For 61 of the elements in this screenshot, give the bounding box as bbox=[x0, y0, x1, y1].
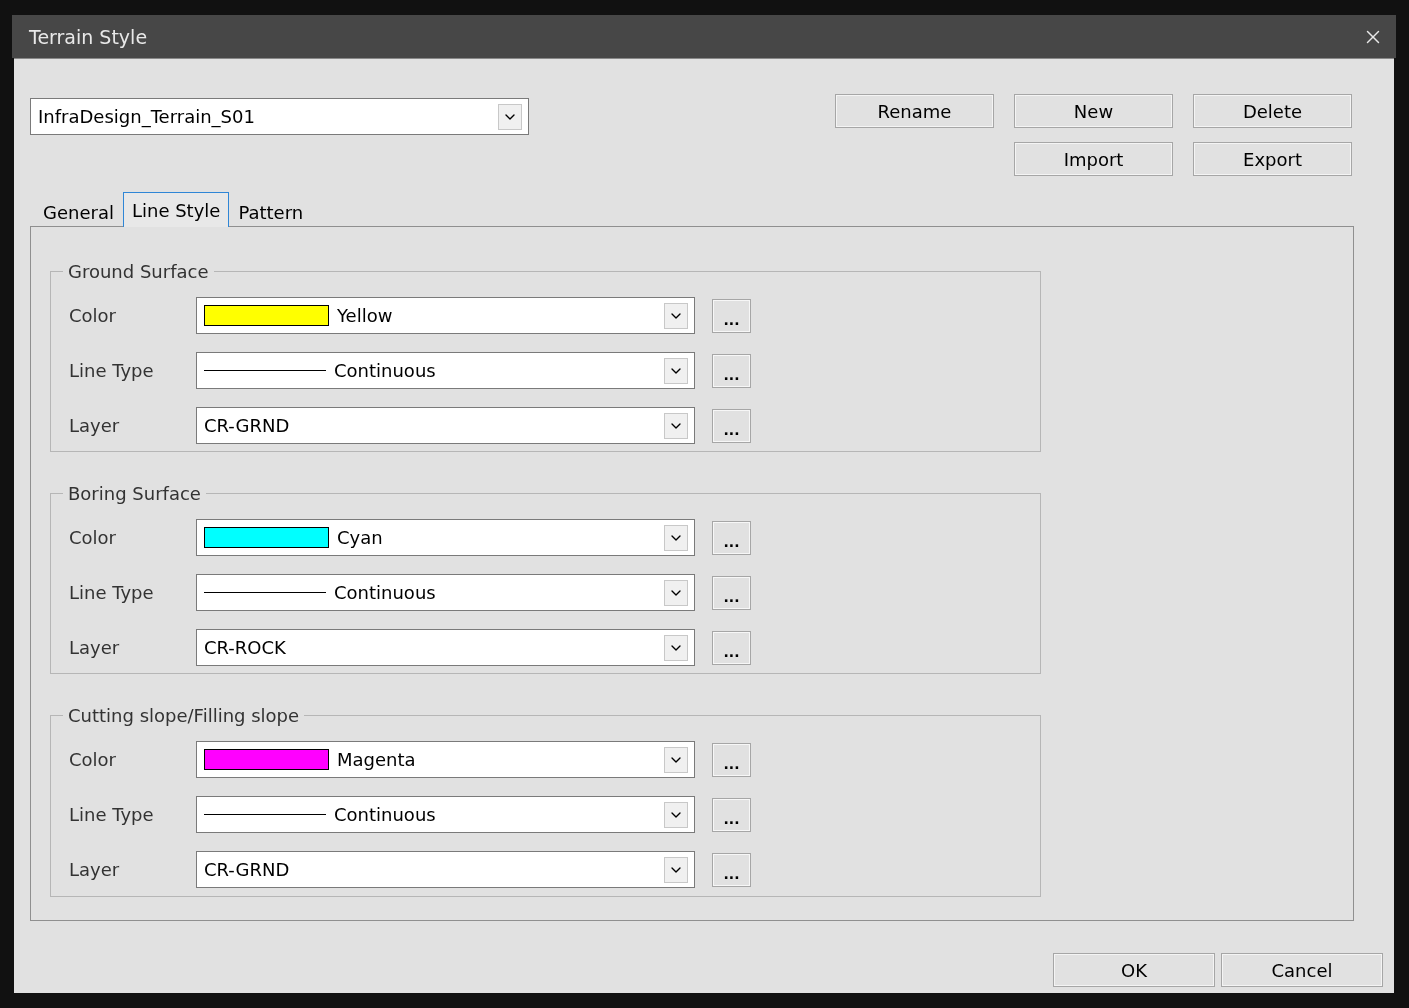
combo-value: Cyan bbox=[337, 527, 383, 548]
field-label: Layer bbox=[69, 415, 121, 436]
field-label: Color bbox=[69, 749, 117, 770]
field-label: Layer bbox=[69, 637, 121, 658]
dialog-button[interactable]: Cancel bbox=[1221, 953, 1383, 987]
field-label: Color bbox=[69, 527, 117, 548]
combo-box[interactable]: Yellow bbox=[196, 297, 695, 334]
tab[interactable]: General bbox=[34, 196, 123, 227]
field-label: Line Type bbox=[69, 582, 155, 603]
combo-value: Magenta bbox=[337, 749, 416, 770]
action-button[interactable]: Rename bbox=[835, 94, 994, 128]
field-label: Color bbox=[69, 305, 117, 326]
chevron-down-icon bbox=[664, 801, 688, 828]
browse-button[interactable]: ... bbox=[712, 630, 751, 665]
browse-button[interactable]: ... bbox=[712, 742, 751, 777]
window-title: Terrain Style bbox=[29, 25, 148, 48]
browse-button[interactable]: ... bbox=[712, 852, 751, 887]
combo-box[interactable]: Continuous bbox=[196, 574, 695, 611]
group-title: Cutting slope/Filling slope bbox=[67, 705, 301, 726]
combo-value: Yellow bbox=[337, 305, 393, 326]
chevron-down-icon bbox=[664, 357, 688, 384]
combo-box[interactable]: CR-GRND bbox=[196, 407, 695, 444]
dialog-button[interactable]: OK bbox=[1053, 953, 1215, 987]
field-label: Line Type bbox=[69, 804, 155, 825]
tab[interactable]: Pattern bbox=[229, 196, 313, 227]
field-label: Line Type bbox=[69, 360, 155, 381]
combo-box[interactable]: CR-GRND bbox=[196, 851, 695, 888]
combo-value: Continuous bbox=[334, 804, 436, 825]
combo-box[interactable]: Cyan bbox=[196, 519, 695, 556]
combo-value: Continuous bbox=[334, 582, 436, 603]
browse-button[interactable]: ... bbox=[712, 575, 751, 610]
group-title: Ground Surface bbox=[67, 261, 210, 282]
group-title: Boring Surface bbox=[67, 483, 202, 504]
action-button[interactable]: Delete bbox=[1193, 94, 1352, 128]
combo-box[interactable]: Continuous bbox=[196, 796, 695, 833]
chevron-down-icon bbox=[498, 103, 522, 130]
field-label: Layer bbox=[69, 859, 121, 880]
combo-value: Continuous bbox=[334, 360, 436, 381]
browse-button[interactable]: ... bbox=[712, 797, 751, 832]
tab[interactable]: Line Style bbox=[122, 192, 230, 227]
combo-value: CR-GRND bbox=[204, 415, 290, 436]
combo-box[interactable]: Continuous bbox=[196, 352, 695, 389]
chevron-down-icon bbox=[664, 856, 688, 883]
browse-button[interactable]: ... bbox=[712, 520, 751, 555]
browse-button[interactable]: ... bbox=[712, 353, 751, 388]
chevron-down-icon bbox=[664, 524, 688, 551]
combo-value: CR-ROCK bbox=[204, 637, 286, 658]
chevron-down-icon bbox=[664, 746, 688, 773]
combo-box[interactable]: Magenta bbox=[196, 741, 695, 778]
action-button[interactable]: New bbox=[1014, 94, 1173, 128]
chevron-down-icon bbox=[664, 412, 688, 439]
combo-value: CR-GRND bbox=[204, 859, 290, 880]
browse-button[interactable]: ... bbox=[712, 298, 751, 333]
chevron-down-icon bbox=[664, 302, 688, 329]
chevron-down-icon bbox=[664, 579, 688, 606]
chevron-down-icon bbox=[664, 634, 688, 661]
action-button[interactable]: Export bbox=[1193, 142, 1352, 176]
browse-button[interactable]: ... bbox=[712, 408, 751, 443]
action-button[interactable]: Import bbox=[1014, 142, 1173, 176]
style-dropdown[interactable]: InfraDesign_Terrain_S01 bbox=[30, 98, 529, 135]
combo-box[interactable]: CR-ROCK bbox=[196, 629, 695, 666]
